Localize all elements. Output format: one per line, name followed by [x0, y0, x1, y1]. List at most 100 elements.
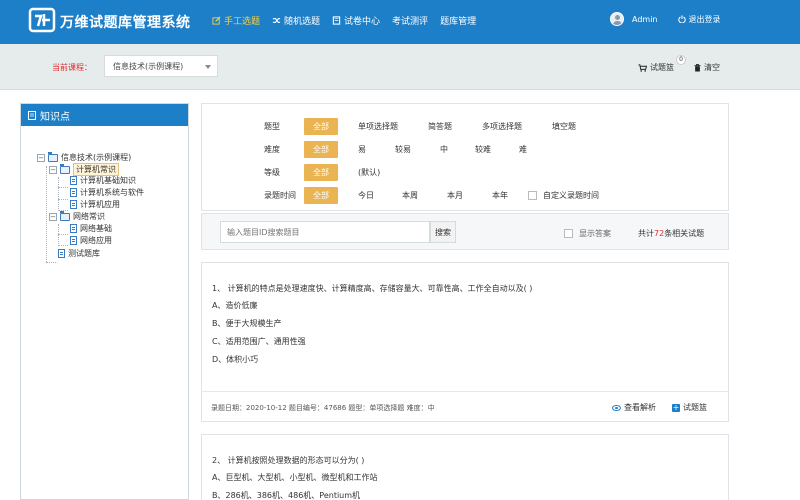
nav-random-select[interactable]: 随机选题	[272, 14, 320, 27]
tree-node-computer-fundamentals[interactable]: 计算机基础知识	[70, 175, 136, 186]
checkbox-icon	[564, 229, 573, 238]
nav-bank-manage[interactable]: 题库管理	[440, 14, 476, 27]
book-icon	[332, 16, 341, 25]
document-icon	[70, 200, 77, 209]
basket-button[interactable]: 试题篮	[638, 62, 674, 73]
tree-node-label: 网络基础	[80, 224, 112, 233]
filter-difficulty-option[interactable]: 较易	[395, 144, 411, 155]
tree-node-label: 计算机系统与软件	[80, 188, 144, 197]
tree-node-label: 测试题库	[68, 249, 100, 258]
tree-connector	[58, 245, 68, 246]
filter-time-all[interactable]: 全部	[304, 186, 338, 204]
tree-node-label: 计算机基础知识	[80, 176, 136, 185]
question-option: C、适用范围广、通用性强	[212, 337, 306, 346]
filter-label: 等级	[264, 167, 280, 177]
nav-paper-center[interactable]: 试卷中心	[332, 14, 380, 27]
total-number: 72	[654, 229, 665, 238]
filter-type-option[interactable]: 单项选择题	[358, 121, 398, 132]
question-option: A、造价低廉	[212, 301, 258, 310]
view-analysis-button[interactable]: 查看解析	[612, 402, 656, 413]
filter-panel: 题型 全部 单项选择题 简答题 多项选择题 填空题 难度 全部 易 较易 中 较…	[201, 103, 729, 211]
nav-exam-eval[interactable]: 考试测评	[392, 14, 428, 27]
filter-row-time: 录题时间 全部 今日 本周 本月 本年 自定义录题时间	[202, 186, 730, 204]
filter-level-all[interactable]: 全部	[304, 163, 338, 181]
filter-difficulty-option[interactable]: 难	[519, 144, 527, 155]
search-button[interactable]: 搜索	[430, 221, 456, 243]
clear-label: 清空	[704, 63, 720, 72]
course-select-value: 信息技术(示例课程)	[113, 61, 184, 71]
knowledge-panel-header: 知识点	[21, 104, 188, 126]
filter-time-option[interactable]: 本周	[402, 190, 418, 201]
search-input[interactable]	[220, 221, 430, 243]
tree-node-computer-system[interactable]: 计算机系统与软件	[70, 187, 144, 198]
filter-label: 题型	[264, 121, 280, 131]
plus-icon: +	[672, 402, 680, 412]
knowledge-panel-title: 知识点	[40, 111, 70, 123]
total-suffix: 条相关试题	[664, 229, 705, 238]
filter-difficulty-option[interactable]: 较难	[475, 144, 491, 155]
filter-time-option[interactable]: 今日	[358, 190, 374, 201]
edit-icon	[212, 16, 221, 25]
collapse-toggle-icon[interactable]: −	[49, 165, 57, 174]
tree-connector	[46, 166, 47, 262]
collapse-toggle-icon[interactable]: −	[37, 153, 45, 162]
filter-type-option[interactable]: 简答题	[428, 121, 452, 132]
show-answer-checkbox[interactable]: 显示答案	[564, 228, 611, 239]
chevron-down-icon	[205, 65, 211, 69]
filter-level-option[interactable]: (默认)	[358, 167, 380, 178]
filter-difficulty-option[interactable]: 易	[358, 144, 366, 155]
filter-label: 录题时间	[264, 190, 296, 200]
add-to-basket-button[interactable]: + 试题篮	[672, 402, 707, 413]
logout-label: 退出登录	[688, 14, 721, 24]
nav-label: 试卷中心	[344, 17, 381, 27]
filter-row-type: 题型 全部 单项选择题 简答题 多项选择题 填空题	[202, 117, 730, 135]
course-select[interactable]: 信息技术(示例课程)	[104, 55, 218, 77]
total-prefix: 共计	[638, 229, 654, 238]
filter-difficulty-all[interactable]: 全部	[304, 140, 338, 158]
custom-time-checkbox[interactable]: 自定义录题时间	[528, 190, 599, 201]
tree-node-label: 信息技术(示例课程)	[61, 153, 132, 162]
collapse-toggle-icon[interactable]: −	[49, 212, 57, 221]
filter-row-difficulty: 难度 全部 易 较易 中 较难 难	[202, 140, 730, 158]
tree-connector	[58, 234, 68, 235]
nav-label: 题库管理	[440, 17, 477, 27]
tree-connector	[46, 262, 56, 263]
filter-time-option[interactable]: 本月	[447, 190, 463, 201]
nav-manual-select[interactable]: 手工选题	[212, 14, 260, 27]
basket-label: 试题篮	[650, 63, 674, 72]
question-option: B、便于大规模生产	[212, 319, 282, 328]
tree-node-network-fundamentals[interactable]: 网络基础	[70, 223, 112, 234]
avatar[interactable]	[610, 12, 624, 26]
tree-node-network-applications[interactable]: 网络应用	[70, 235, 112, 246]
tree-node-root[interactable]: − 信息技术(示例课程)	[37, 151, 132, 163]
question-meta: 录题日期：2020-10-12 题目编号：47686 题型：单项选择题 难度：中	[211, 404, 435, 412]
filter-type-all[interactable]: 全部	[304, 117, 338, 135]
filter-difficulty-option[interactable]: 中	[440, 144, 448, 155]
document-icon	[70, 224, 77, 233]
folder-open-icon	[60, 210, 70, 221]
question-card: 1、 计算机的特点是处理速度快、计算精度高、存储容量大、可靠性高、工作全自动以及…	[201, 262, 729, 422]
checkbox-icon	[528, 190, 537, 200]
document-icon	[58, 249, 65, 258]
filter-time-option[interactable]: 本年	[492, 190, 508, 201]
shuffle-icon	[272, 18, 281, 23]
logout-button[interactable]: 退出登录	[677, 14, 721, 25]
tree-node-network-basics[interactable]: − 网络常识	[49, 210, 105, 222]
document-icon	[70, 176, 77, 185]
knowledge-panel: 知识点 − 信息技术(示例课程) − 计算机常识 计算机基础知识 计算机系统与软…	[20, 103, 189, 500]
document-icon	[28, 110, 36, 120]
document-icon	[70, 188, 77, 197]
filter-row-level: 等级 全部 (默认)	[202, 163, 730, 181]
tree-node-computer-applications[interactable]: 计算机应用	[70, 199, 120, 210]
filter-type-option[interactable]: 多项选择题	[482, 121, 522, 132]
top-bar: 万维试题库管理系统 手工选题 随机选题 试卷中心 考试测评 题库管理 Admin…	[0, 0, 800, 44]
logo-icon	[28, 7, 56, 33]
folder-open-icon	[60, 163, 70, 174]
tree-node-test-bank[interactable]: 测试题库	[58, 248, 100, 259]
clear-button[interactable]: 清空	[694, 62, 720, 73]
user-name[interactable]: Admin	[632, 15, 658, 24]
filter-type-option[interactable]: 填空题	[552, 121, 576, 132]
search-panel: 搜索 显示答案 共计72条相关试题	[201, 213, 729, 250]
custom-time-label: 自定义录题时间	[543, 190, 599, 200]
view-analysis-label: 查看解析	[624, 403, 656, 412]
